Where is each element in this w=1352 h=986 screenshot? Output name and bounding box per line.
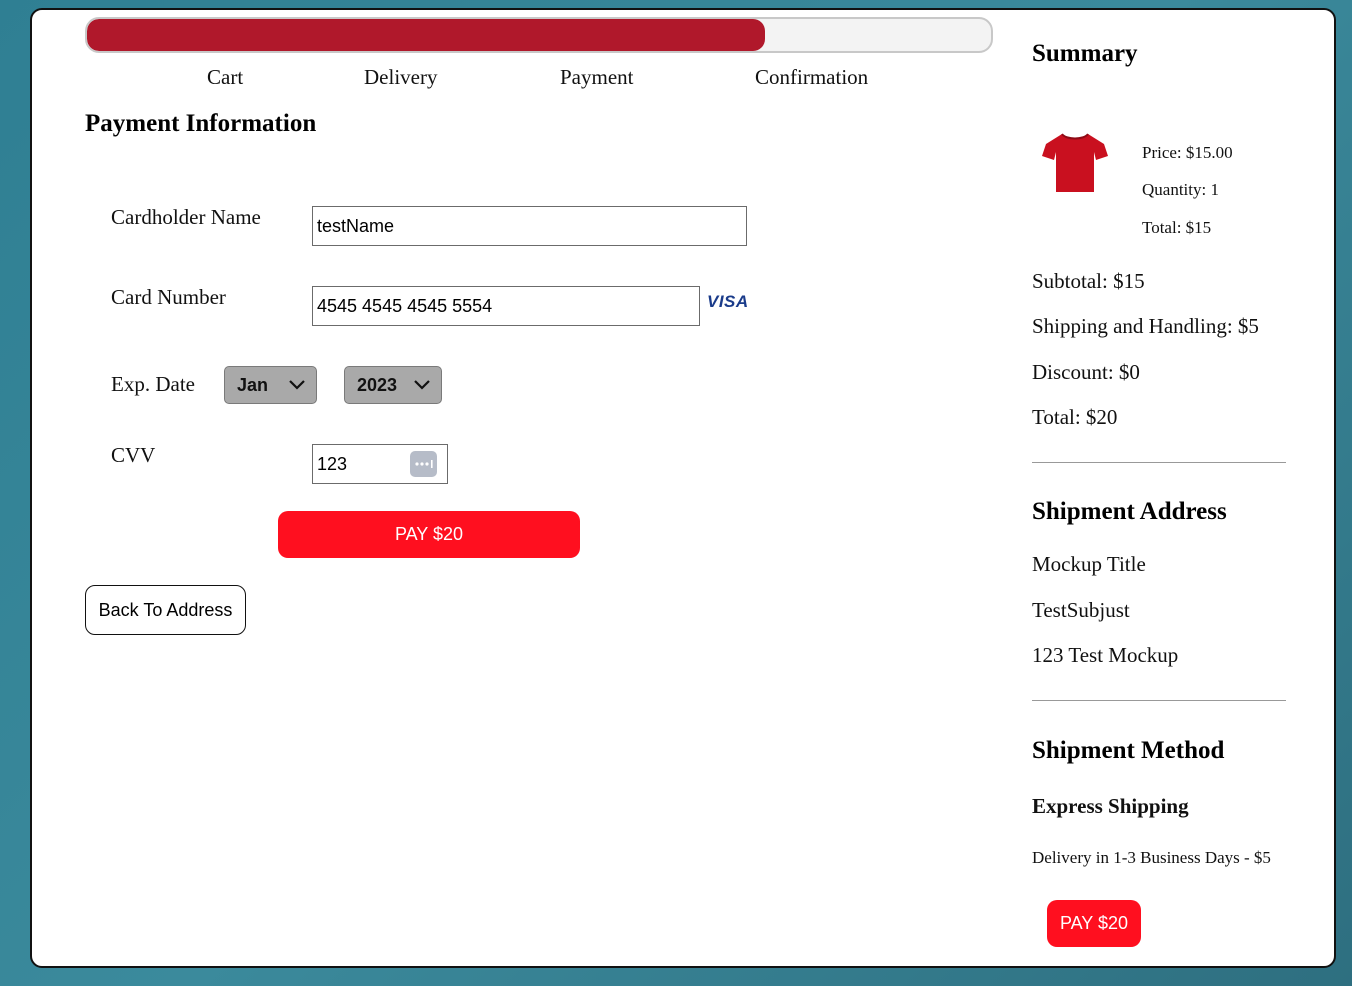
summary-title: Summary [1032,40,1138,67]
step-cart: Cart [207,65,244,89]
card-number-input[interactable] [312,286,700,326]
step-payment: Payment [560,65,634,89]
back-to-address-button[interactable]: Back To Address [85,585,246,635]
shipping-method-detail: Delivery in 1-3 Business Days - $5 [1032,848,1271,867]
divider [1032,462,1286,463]
step-delivery: Delivery [364,65,438,89]
cardholder-label: Cardholder Name [111,205,261,229]
item-price: Price: $15.00 [1142,143,1233,162]
discount: Discount: $0 [1032,360,1140,384]
progress-fill [87,19,765,51]
shipping-method-name: Express Shipping [1032,794,1189,818]
chevron-down-icon [289,380,305,390]
shipping-handling: Shipping and Handling: $5 [1032,314,1259,338]
visa-logo-icon: VISA [707,292,749,311]
shipment-method-title: Shipment Method [1032,737,1225,764]
subtotal: Subtotal: $15 [1032,269,1145,293]
shipment-address-title: Shipment Address [1032,498,1227,525]
sidebar-pay-button[interactable]: PAY $20 [1047,900,1141,947]
red-tshirt-image [1042,133,1108,192]
card-number-label: Card Number [111,285,226,309]
checkout-panel: Cart Delivery Payment Confirmation Payme… [30,8,1336,968]
exp-date-label: Exp. Date [111,372,195,396]
cardholder-name-input[interactable] [312,206,747,246]
checkout-progress-bar [85,17,993,53]
item-total: Total: $15 [1142,218,1212,237]
cvv-label: CVV [111,443,156,467]
exp-year-select[interactable]: 2023 [344,366,442,404]
item-quantity: Quantity: 1 [1142,180,1219,199]
order-total: Total: $20 [1032,405,1118,429]
address-line: 123 Test Mockup [1032,643,1179,667]
address-line: Mockup Title [1032,552,1146,576]
exp-month-select[interactable]: Jan [224,366,317,404]
exp-year-value: 2023 [357,374,398,395]
payment-title: Payment Information [85,110,317,137]
pay-button[interactable]: PAY $20 [278,511,580,558]
step-confirmation: Confirmation [755,65,869,89]
exp-month-value: Jan [237,374,269,395]
address-line: TestSubjust [1032,598,1130,622]
divider [1032,700,1286,701]
chevron-down-icon [414,380,430,390]
password-key-icon[interactable] [410,451,437,477]
